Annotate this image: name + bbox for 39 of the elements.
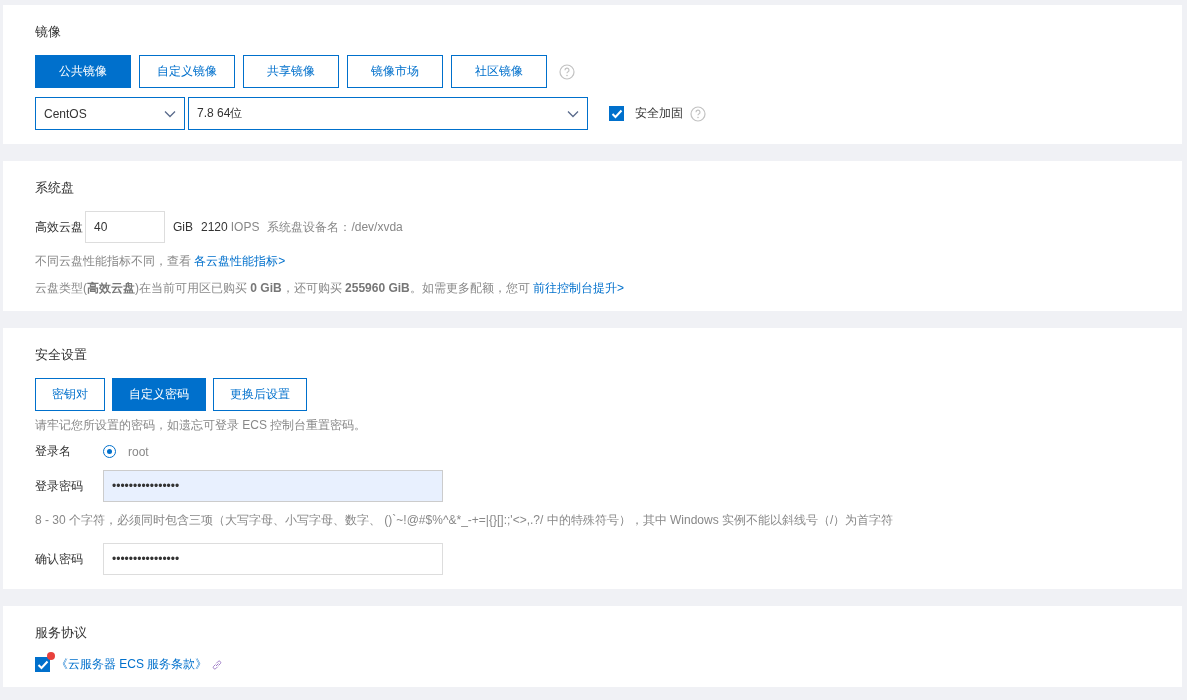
quota-note: 云盘类型(高效云盘)在当前可用区已购买 0 GiB，还可购买 255960 GiB。如需更多配额，您可 前往控制台提升> (35, 280, 626, 297)
disk-size-field[interactable]: 40 (85, 211, 165, 243)
terms-link[interactable]: 《云服务器 ECS 服务条款》 (56, 656, 208, 673)
login-name-label: 登录名 (35, 443, 72, 460)
image-tab[interactable]: 社区镜像 (451, 55, 547, 88)
link-icon (211, 658, 224, 671)
version-select[interactable]: 7.8 64位 (188, 97, 588, 130)
chevron-down-icon (567, 109, 579, 118)
security-tab[interactable]: 自定义密码 (112, 378, 206, 411)
device-name: 系统盘设备名：/dev/xvda (267, 218, 403, 236)
radio-label: root (128, 444, 149, 459)
section-title: 系统盘 (35, 179, 75, 197)
os-select[interactable]: CentOS (35, 97, 185, 130)
checkbox[interactable] (609, 106, 624, 121)
image-tab[interactable]: 自定义镜像 (139, 55, 235, 88)
image-tab[interactable]: 镜像市场 (347, 55, 443, 88)
confirm-password-field[interactable]: •••••••••••••••• (103, 543, 443, 575)
password-hint: 8 - 30 个字符，必须同时包含三项（大写字母、小写字母、数字、 ()`~!@#$%^&*_-+=|{}[]:;'<>,.?/ 中的特殊符号），其中 Windows 实例不能以斜线号（/）为首字符 (35, 512, 895, 529)
password-field[interactable]: •••••••••••••••• (103, 470, 443, 502)
section-title: 镜像 (35, 23, 62, 41)
section-title: 服务协议 (35, 624, 88, 642)
image-tab[interactable]: 共享镜像 (243, 55, 339, 88)
iops-value: 2120 (201, 220, 228, 234)
checkbox[interactable] (35, 657, 50, 672)
security-tab[interactable]: 密钥对 (35, 378, 105, 411)
password-note: 请牢记您所设置的密码，如遗忘可登录 ECS 控制台重置密码。 (35, 417, 368, 434)
password-label: 登录密码 (35, 477, 84, 495)
chevron-down-icon (164, 109, 176, 118)
iops-unit: IOPS (230, 220, 260, 234)
checkbox-label: 安全加固 (635, 105, 683, 122)
console-link[interactable]: 前往控制台提升> (533, 281, 625, 295)
performance-note: 不同云盘性能指标不同，查看 各云盘性能指标> (35, 253, 287, 270)
unit-label: GiB (173, 220, 193, 234)
disk-type-label: 高效云盘 (35, 218, 83, 236)
confirm-password-label: 确认密码 (35, 550, 84, 568)
image-tab[interactable]: 公共镜像 (35, 55, 131, 88)
performance-link[interactable]: 各云盘性能指标> (194, 254, 286, 268)
section-title: 安全设置 (35, 346, 88, 364)
security-tab[interactable]: 更换后设置 (213, 378, 307, 411)
